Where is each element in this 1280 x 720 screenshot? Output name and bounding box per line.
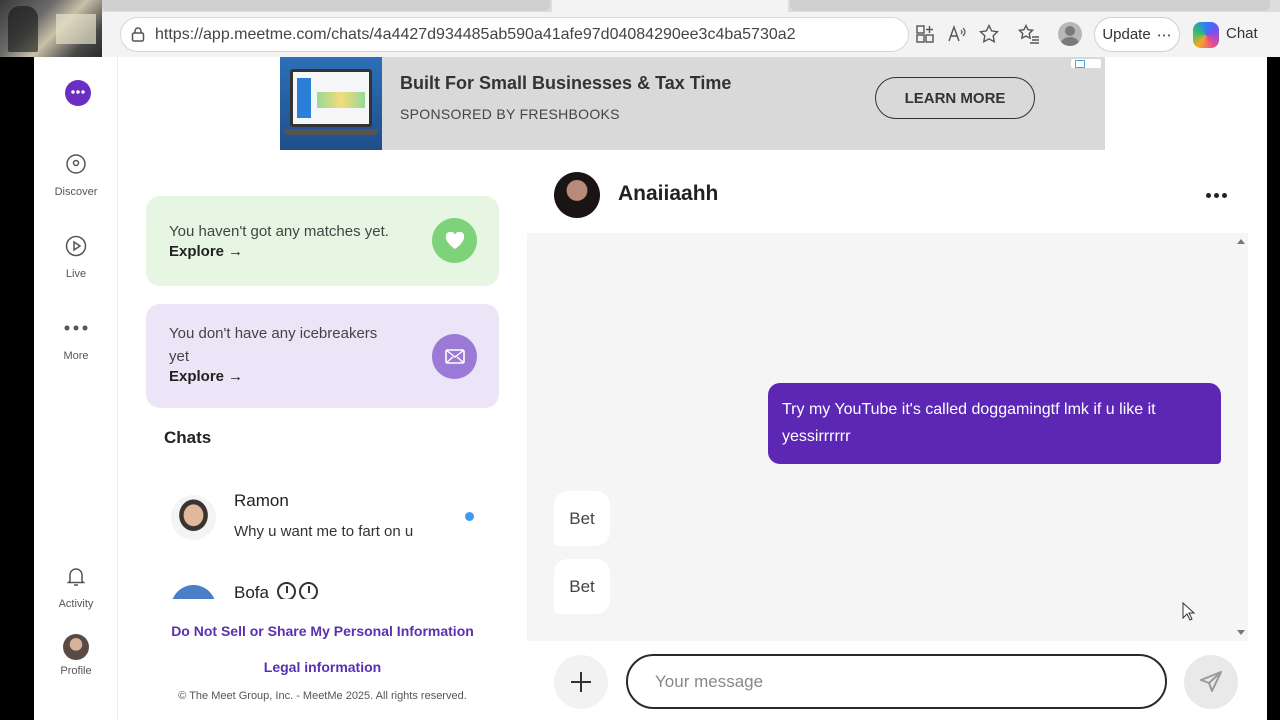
chats-heading: Chats (164, 428, 212, 447)
chat-contact-name: Bofa (234, 582, 318, 599)
nav-label-more: More (63, 350, 89, 362)
scroll-down-arrow-icon[interactable] (1237, 630, 1245, 635)
send-button[interactable] (1184, 655, 1238, 709)
scroll-up-arrow-icon[interactable] (1237, 239, 1245, 244)
play-circle-icon (65, 235, 87, 257)
envelope-badge (432, 334, 477, 379)
nav-label-activity: Activity (58, 598, 94, 610)
url-text: https://app.meetme.com/chats/4a4427d9344… (155, 26, 796, 43)
copilot-icon[interactable] (1193, 22, 1219, 48)
chat-contact-name-text: Bofa (234, 583, 269, 599)
avatar (171, 585, 216, 599)
browser-profile-avatar[interactable] (1058, 22, 1082, 46)
arrow-right-icon: → (228, 243, 244, 260)
ad-sponsor: SPONSORED BY FRESHBOOKS (400, 106, 620, 122)
send-icon (1200, 671, 1222, 692)
more-dots-icon (64, 325, 88, 331)
ad-title: Built For Small Businesses & Tax Time (400, 73, 732, 93)
address-bar[interactable]: https://app.meetme.com/chats/4a4427d9344… (120, 17, 909, 52)
chat-preview: Why u want me to fart on u (234, 523, 414, 540)
browser-tab-active[interactable] (552, 0, 788, 12)
nav-label-discover: Discover (54, 186, 98, 198)
attach-button[interactable] (554, 655, 608, 709)
contact-avatar[interactable] (554, 172, 600, 218)
heart-icon (445, 231, 464, 249)
unread-indicator (465, 512, 474, 521)
chat-list-item[interactable]: Bofa (146, 575, 499, 599)
legal-link[interactable]: Legal information (146, 659, 499, 675)
message-bubble-sent: Try my YouTube it's called doggamingtf l… (768, 383, 1221, 464)
profile-avatar (63, 634, 89, 660)
mouse-cursor-icon (1182, 602, 1196, 621)
browser-update-button[interactable]: Update ⋯ (1094, 17, 1180, 52)
meetme-logo-icon[interactable] (65, 80, 91, 106)
copilot-chat-label[interactable]: Chat (1226, 25, 1258, 42)
nav-item-discover[interactable]: Discover (34, 152, 118, 198)
more-options-icon: ⋯ (1156, 26, 1172, 44)
heart-badge (432, 218, 477, 263)
browser-tab[interactable] (790, 0, 1270, 11)
webcam-overlay (0, 0, 102, 57)
ad-laptop-image (280, 57, 382, 150)
icebreakers-explore-link[interactable]: Explore → (169, 368, 243, 385)
icebreakers-card: You don't have any icebreakers yet Explo… (146, 304, 499, 408)
message-input[interactable] (626, 654, 1167, 709)
conversation-menu-icon[interactable] (1202, 183, 1230, 207)
favorite-star-icon[interactable] (977, 22, 1001, 46)
matches-explore-link[interactable]: Explore → (169, 243, 243, 260)
message-bubble-received: Bet (554, 559, 610, 614)
message-thread[interactable]: Try my YouTube it's called doggamingtf l… (527, 233, 1248, 641)
lock-icon (131, 27, 145, 42)
nav-label-profile: Profile (60, 665, 92, 677)
matches-text: You haven't got any matches yet. (169, 223, 389, 240)
plus-icon (571, 672, 591, 692)
favorites-list-icon[interactable] (1017, 22, 1041, 46)
copyright-text: © The Meet Group, Inc. - MeetMe 2025. Al… (178, 690, 467, 702)
chat-contact-name: Ramon (234, 491, 289, 510)
browser-chrome: https://app.meetme.com/chats/4a4427d9344… (0, 0, 1280, 57)
message-bubble-received: Bet (554, 491, 610, 546)
ad-banner[interactable]: Built For Small Businesses & Tax Time SP… (280, 57, 1105, 150)
avatar (171, 495, 216, 540)
chat-list-item[interactable]: Ramon Why u want me to fart on u (146, 485, 499, 557)
explore-label: Explore (169, 243, 225, 260)
meetme-page: Discover Live More Activity Profile Buil… (34, 57, 1267, 720)
arrow-right-icon: → (228, 368, 244, 385)
update-label: Update (1102, 26, 1151, 43)
matches-card: You haven't got any matches yet. Explore… (146, 196, 499, 286)
icebreakers-text: You don't have any icebreakers yet (169, 325, 378, 365)
bell-icon (66, 568, 86, 586)
clock-emoji-icon (298, 582, 318, 599)
nav-item-live[interactable]: Live (34, 234, 118, 280)
browser-tab[interactable] (102, 0, 550, 11)
adchoices-icon[interactable] (1071, 59, 1101, 68)
nav-label-live: Live (65, 268, 87, 280)
nav-item-activity[interactable]: Activity (34, 564, 118, 610)
ad-learn-more-button[interactable]: LEARN MORE (875, 77, 1035, 119)
explore-label: Explore (169, 368, 225, 385)
read-aloud-icon[interactable] (945, 22, 969, 46)
clock-emoji-icon (276, 582, 296, 599)
nav-item-profile[interactable]: Profile (34, 634, 118, 677)
envelope-icon (444, 349, 465, 364)
contact-name[interactable]: Anaiiaahh (618, 182, 718, 206)
nav-item-more[interactable]: More (34, 316, 118, 362)
app-available-icon[interactable] (913, 22, 937, 46)
privacy-link[interactable]: Do Not Sell or Share My Personal Informa… (146, 623, 499, 639)
left-nav: Discover Live More Activity Profile (34, 57, 118, 720)
location-pin-icon (66, 154, 86, 174)
